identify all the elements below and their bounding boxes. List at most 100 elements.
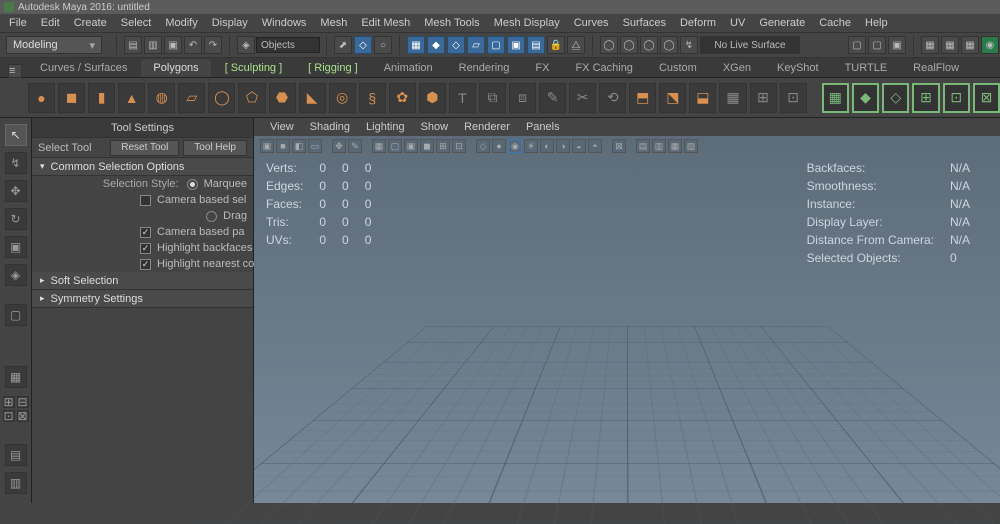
layout-b-button[interactable]: ⊟: [17, 396, 29, 408]
shelf-tab-xgen[interactable]: XGen: [711, 59, 763, 77]
vp-wireframe-icon[interactable]: ◇: [476, 139, 490, 153]
tool-help-button[interactable]: Tool Help: [183, 140, 247, 156]
section-soft-selection[interactable]: Soft Selection: [32, 272, 253, 290]
vp-gamma-icon[interactable]: ▧: [684, 139, 698, 153]
redo-icon[interactable]: ↷: [204, 36, 222, 54]
menu-cache[interactable]: Cache: [812, 17, 858, 29]
outliner-layout-button[interactable]: ▤: [5, 444, 27, 466]
poly-pipe-icon[interactable]: ◎: [329, 83, 356, 113]
highlight-nearest-check[interactable]: [140, 259, 151, 270]
symmetry-icon[interactable]: ⧋: [567, 36, 585, 54]
output-connections-icon[interactable]: ◯: [640, 36, 658, 54]
menu-create[interactable]: Create: [67, 17, 114, 29]
marquee-radio[interactable]: [187, 179, 198, 190]
viewport-persp[interactable]: ViewShadingLightingShowRendererPanels ▣ …: [254, 118, 1000, 503]
vp-xray-icon[interactable]: ▤: [636, 139, 650, 153]
menu-mesh-tools[interactable]: Mesh Tools: [417, 17, 486, 29]
vp-menu-panels[interactable]: Panels: [518, 121, 568, 133]
poly-type-icon[interactable]: T: [449, 83, 476, 113]
shelf-tab-realflow[interactable]: RealFlow: [901, 59, 971, 77]
connect-icon[interactable]: ⊡: [780, 83, 807, 113]
poly-helix-icon[interactable]: §: [359, 83, 386, 113]
vp-shadows-icon[interactable]: ◐: [540, 139, 554, 153]
auto-map-icon[interactable]: ⊠: [973, 83, 1000, 113]
single-pane-layout-button[interactable]: ▢: [5, 304, 27, 326]
menu-surfaces[interactable]: Surfaces: [616, 17, 673, 29]
vp-grease-pencil-icon[interactable]: ✎: [348, 139, 362, 153]
no-live-surface-button[interactable]: No Live Surface: [700, 36, 800, 54]
render-frame-icon[interactable]: ▦: [921, 36, 939, 54]
uv-editor-icon[interactable]: ⊞: [912, 83, 939, 113]
last-tool-button[interactable]: ◈: [5, 264, 27, 286]
poly-gear-icon[interactable]: ✿: [389, 83, 416, 113]
ipr-render-icon[interactable]: ▦: [941, 36, 959, 54]
poly-pyramid-icon[interactable]: ◣: [299, 83, 326, 113]
new-scene-icon[interactable]: ▤: [124, 36, 142, 54]
menu-modify[interactable]: Modify: [158, 17, 204, 29]
select-tool-icon[interactable]: ⬈: [334, 36, 352, 54]
vp-field-chart-icon[interactable]: ⊞: [436, 139, 450, 153]
lasso-tool-button[interactable]: ↯: [5, 152, 27, 174]
multi-cut-icon[interactable]: ▦: [719, 83, 746, 113]
reset-tool-button[interactable]: Reset Tool: [110, 140, 179, 156]
input-connections-icon[interactable]: ◯: [620, 36, 638, 54]
menu-edit-mesh[interactable]: Edit Mesh: [354, 17, 417, 29]
shelf-tab-rendering[interactable]: Rendering: [447, 59, 522, 77]
channel-box-icon[interactable]: ▣: [888, 36, 906, 54]
poly-plane-icon[interactable]: ▱: [178, 83, 205, 113]
vp-film-gate-icon[interactable]: ▢: [388, 139, 402, 153]
menu-file[interactable]: File: [2, 17, 34, 29]
menu-uv[interactable]: UV: [723, 17, 752, 29]
sidebar-toggle-1-icon[interactable]: ▢: [848, 36, 866, 54]
highlight-backfaces-check[interactable]: [140, 243, 151, 254]
vp-motion-blur-icon[interactable]: ◒: [572, 139, 586, 153]
select-tool-button[interactable]: ↖: [5, 124, 27, 146]
poly-sphere-icon[interactable]: ●: [28, 83, 55, 113]
lasso-tool-icon[interactable]: ◇: [354, 36, 372, 54]
shelf-tab-sculpting[interactable]: [ Sculpting ]: [213, 59, 294, 77]
persp-graph-layout-button[interactable]: ▥: [5, 472, 27, 494]
move-tool-button[interactable]: ✥: [5, 180, 27, 202]
save-scene-icon[interactable]: ▣: [164, 36, 182, 54]
menu-mesh[interactable]: Mesh: [313, 17, 354, 29]
select-by-hierarchy-icon[interactable]: ◈: [237, 36, 255, 54]
four-view-layout-button[interactable]: ▦: [5, 366, 27, 388]
vp-resolution-gate-icon[interactable]: ▣: [404, 139, 418, 153]
vp-isolate-icon[interactable]: ⊠: [612, 139, 626, 153]
shelf-tab-fx[interactable]: FX: [523, 59, 561, 77]
vp-textured-icon[interactable]: ◉: [508, 139, 522, 153]
menu-display[interactable]: Display: [205, 17, 255, 29]
combine-icon[interactable]: ⧉: [479, 83, 506, 113]
vp-camera-select-icon[interactable]: ▣: [260, 139, 274, 153]
layout-c-button[interactable]: ⊡: [3, 410, 15, 422]
menu-help[interactable]: Help: [858, 17, 895, 29]
target-weld-icon[interactable]: ⊞: [750, 83, 777, 113]
shelf-menu-icon[interactable]: ≡: [8, 64, 22, 78]
selection-mode-field[interactable]: [256, 37, 320, 53]
shelf-tab-polygons[interactable]: Polygons: [141, 59, 210, 77]
snap-curve-icon[interactable]: ◆: [427, 36, 445, 54]
section-symmetry-settings[interactable]: Symmetry Settings: [32, 290, 253, 308]
shelf-tab-custom[interactable]: Custom: [647, 59, 709, 77]
crease-icon[interactable]: ◇: [882, 83, 909, 113]
shelf-tab-curves-surfaces[interactable]: Curves / Surfaces: [28, 59, 139, 77]
poly-platonic-icon[interactable]: ⬠: [238, 83, 265, 113]
layout-d-button[interactable]: ⊠: [17, 410, 29, 422]
shelf-tab-keyshot[interactable]: KeyShot: [765, 59, 831, 77]
extrude-icon[interactable]: ⬒: [629, 83, 656, 113]
construction-history-icon[interactable]: ◯: [600, 36, 618, 54]
bevel-icon[interactable]: ⬔: [659, 83, 686, 113]
render-settings-icon[interactable]: ▦: [961, 36, 979, 54]
shelf-tab-fx-caching[interactable]: FX Caching: [563, 59, 644, 77]
poly-cube-icon[interactable]: ◼: [58, 83, 85, 113]
vp-menu-renderer[interactable]: Renderer: [456, 121, 518, 133]
snap-plane-icon[interactable]: ▱: [467, 36, 485, 54]
snap-view-icon[interactable]: ▢: [487, 36, 505, 54]
vp-2d-pan-icon[interactable]: ✥: [332, 139, 346, 153]
vp-exposure-icon[interactable]: ▦: [668, 139, 682, 153]
bridge-icon[interactable]: ⬓: [689, 83, 716, 113]
vp-bookmark-icon[interactable]: ◧: [292, 139, 306, 153]
shelf-tab-animation[interactable]: Animation: [372, 59, 445, 77]
workspace-dropdown[interactable]: Modeling: [6, 36, 102, 54]
highlight-icon[interactable]: ↯: [680, 36, 698, 54]
